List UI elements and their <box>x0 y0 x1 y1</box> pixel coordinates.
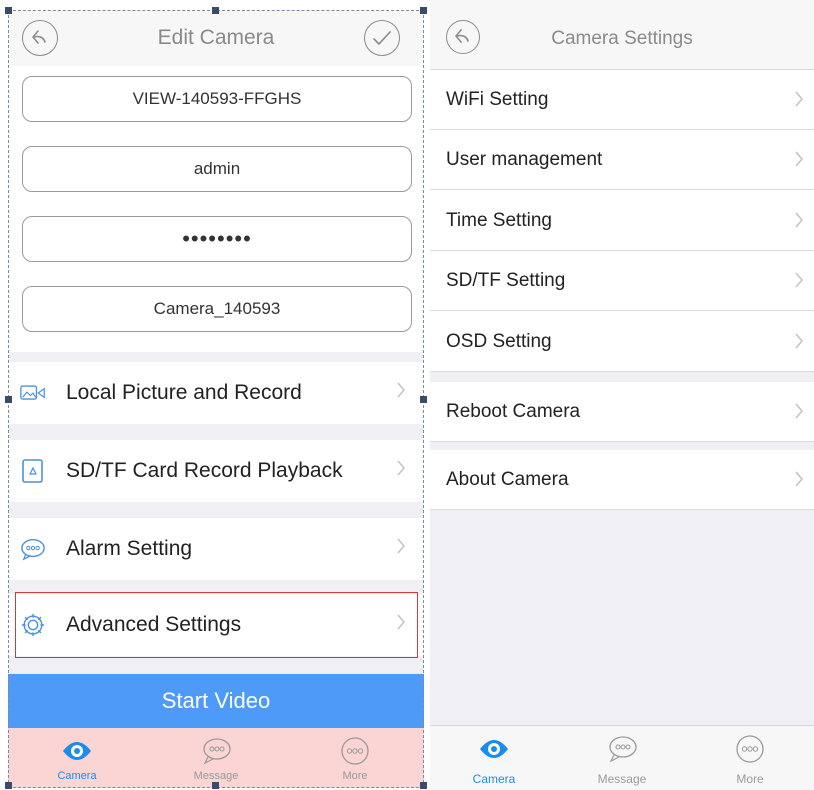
device-id-field[interactable]: VIEW-140593-FFGHS <box>22 76 412 122</box>
chevron-right-icon <box>795 91 804 107</box>
tab-label: Message <box>193 770 239 782</box>
nav-bar: Camera Settings <box>430 0 814 70</box>
resize-handle[interactable] <box>420 396 427 403</box>
tab-bar: Camera Message More <box>430 725 814 790</box>
camera-eye-icon <box>480 740 508 758</box>
settings-label: User management <box>446 148 603 170</box>
page-title: Camera Settings <box>551 28 693 49</box>
nav-bar: Edit Camera <box>8 10 424 66</box>
chevron-right-icon <box>795 212 804 228</box>
resize-handle[interactable] <box>420 782 427 789</box>
tab-more[interactable]: More <box>286 728 424 788</box>
edit-camera-screen: Edit Camera VIEW-140593-FFGHS admin ••••… <box>8 10 424 788</box>
settings-item-time[interactable]: Time Setting <box>430 191 814 251</box>
sd-card-icon <box>20 458 46 484</box>
resize-handle[interactable] <box>5 396 12 403</box>
chevron-right-icon <box>795 333 804 349</box>
settings-item-user-management[interactable]: User management <box>430 130 814 190</box>
chevron-right-icon <box>397 382 406 398</box>
tab-camera[interactable]: Camera <box>430 726 558 790</box>
settings-item-reboot[interactable]: Reboot Camera <box>430 382 814 442</box>
section-gap <box>430 372 814 382</box>
tab-label: Camera <box>472 772 516 786</box>
tab-camera[interactable]: Camera <box>8 728 146 788</box>
tab-bar: Camera Message More <box>8 728 424 788</box>
tab-more[interactable]: More <box>686 726 814 790</box>
highlight-box <box>15 592 418 658</box>
camera-settings-screen: Camera Settings WiFi Setting User manage… <box>430 0 814 790</box>
confirm-button[interactable] <box>364 20 400 56</box>
menu-label: Local Picture and Record <box>66 381 302 404</box>
settings-label: Reboot Camera <box>446 400 581 422</box>
tab-message[interactable]: Message <box>558 726 686 790</box>
start-video-button[interactable]: Start Video <box>8 674 424 728</box>
camera-eye-icon <box>63 742 91 760</box>
settings-label: About Camera <box>446 468 569 490</box>
username-field[interactable]: admin <box>22 146 412 192</box>
resize-handle[interactable] <box>212 782 219 789</box>
menu-item-alarm[interactable]: Alarm Setting <box>8 518 424 580</box>
settings-label: OSD Setting <box>446 330 552 352</box>
settings-label: Time Setting <box>446 209 552 231</box>
menu-label: SD/TF Card Record Playback <box>66 459 343 482</box>
chevron-right-icon <box>397 460 406 476</box>
settings-item-osd[interactable]: OSD Setting <box>430 312 814 372</box>
camera-name-field[interactable]: Camera_140593 <box>22 286 412 332</box>
chevron-right-icon <box>795 272 804 288</box>
resize-handle[interactable] <box>420 7 427 14</box>
password-field[interactable]: •••••••• <box>22 216 412 262</box>
empty-area <box>430 510 814 725</box>
tab-message[interactable]: Message <box>147 728 285 788</box>
alarm-bubble-icon <box>20 536 46 562</box>
tab-label: Message <box>597 772 647 786</box>
chevron-right-icon <box>795 471 804 487</box>
settings-item-wifi[interactable]: WiFi Setting <box>430 70 814 130</box>
message-bubble-icon <box>203 738 231 765</box>
more-dots-icon <box>736 735 764 763</box>
message-bubble-icon <box>609 736 637 763</box>
settings-item-sd-tf[interactable]: SD/TF Setting <box>430 251 814 311</box>
camera-form: VIEW-140593-FFGHS admin •••••••• Camera_… <box>8 66 424 352</box>
checkmark-icon <box>373 31 391 45</box>
settings-label: WiFi Setting <box>446 88 549 110</box>
chevron-right-icon <box>795 151 804 167</box>
tab-label: Camera <box>57 770 97 782</box>
resize-handle[interactable] <box>5 7 12 14</box>
chevron-right-icon <box>397 538 406 554</box>
settings-item-about[interactable]: About Camera <box>430 450 814 510</box>
menu-label: Alarm Setting <box>66 537 193 560</box>
resize-handle[interactable] <box>212 7 219 14</box>
tab-label: More <box>736 772 764 786</box>
menu-item-sd-playback[interactable]: SD/TF Card Record Playback <box>8 440 424 502</box>
resize-handle[interactable] <box>5 782 12 789</box>
more-dots-icon <box>341 737 369 765</box>
page-title: Edit Camera <box>157 26 275 49</box>
picture-video-icon <box>20 380 46 406</box>
menu-item-local-picture[interactable]: Local Picture and Record <box>8 362 424 424</box>
settings-label: SD/TF Setting <box>446 269 566 291</box>
chevron-right-icon <box>795 403 804 419</box>
section-gap <box>430 442 814 450</box>
tab-label: More <box>342 770 368 782</box>
